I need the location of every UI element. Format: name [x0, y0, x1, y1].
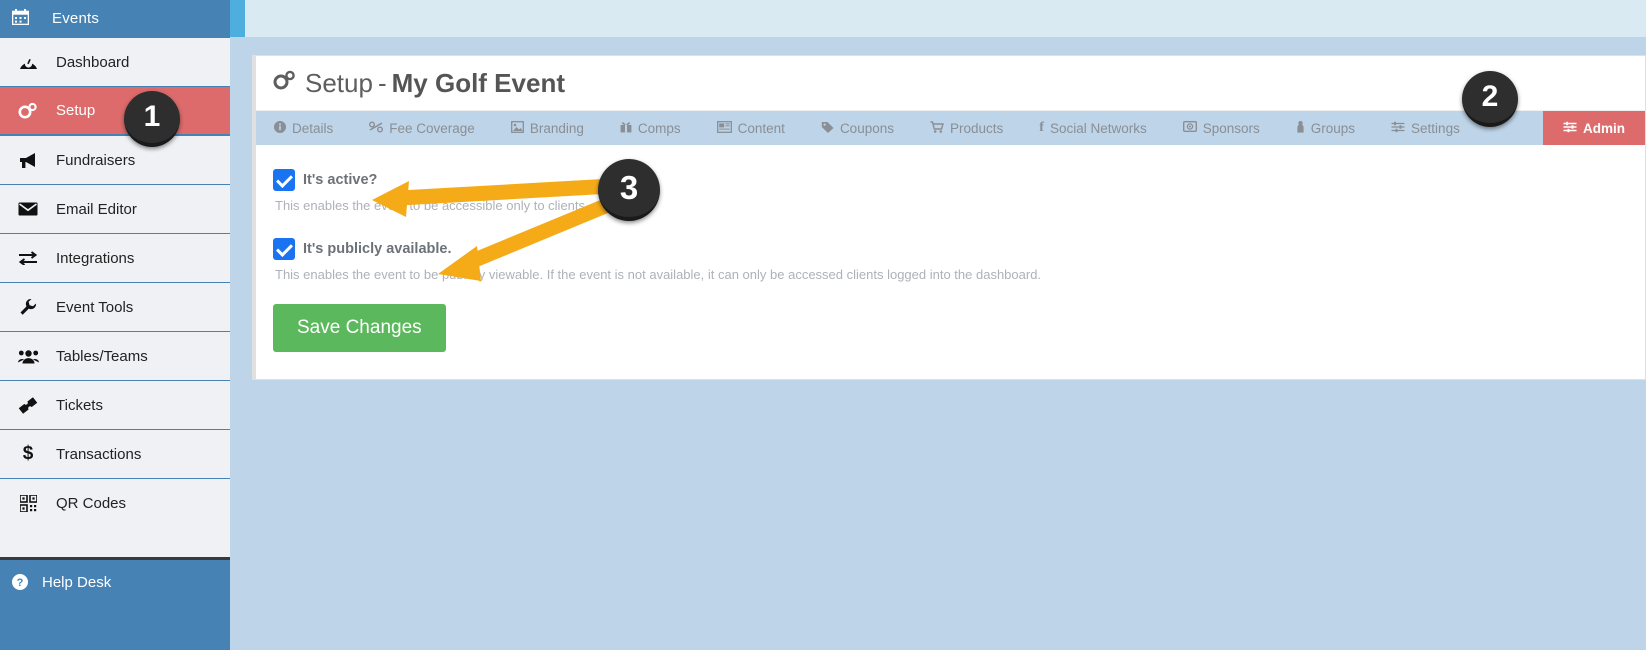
tab-social-networks[interactable]: f Social Networks	[1021, 111, 1164, 145]
sidebar-item-label: Fundraisers	[56, 151, 136, 169]
sidebar-item-tickets[interactable]: Tickets	[0, 380, 230, 429]
id-card-icon	[1182, 120, 1197, 135]
tab-fee-coverage[interactable]: Fee Coverage	[351, 111, 493, 145]
question-circle-icon: ?	[0, 574, 40, 594]
person-icon	[1296, 120, 1305, 136]
sidebar-item-label: Integrations	[56, 249, 135, 267]
page-title-prefix: Setup	[305, 67, 373, 98]
sidebar-item-setup[interactable]: Setup	[0, 86, 230, 135]
page-title-event: My Golf Event	[391, 67, 565, 98]
sidebar-item-tables-teams[interactable]: Tables/Teams	[0, 331, 230, 380]
tab-sponsors[interactable]: Sponsors	[1165, 111, 1278, 145]
tab-label: Coupons	[839, 120, 894, 136]
annotation-badge-1: 1	[124, 91, 180, 147]
tab-label: Fee Coverage	[389, 120, 475, 136]
sidebar-item-label: Setup	[56, 102, 96, 119]
active-checkbox[interactable]	[273, 169, 295, 191]
form-spacer	[273, 213, 1645, 238]
tab-label: Admin	[1583, 120, 1625, 136]
sidebar-item-label: QR Codes	[56, 494, 127, 512]
tab-label: Comps	[637, 120, 681, 136]
tab-label: Details	[292, 120, 334, 136]
active-checkbox-row[interactable]: It's active?	[273, 169, 1645, 191]
tab-branding[interactable]: Branding	[493, 111, 602, 145]
top-strip	[230, 0, 1646, 37]
setup-panel: Setup - My Golf Event Details Fee Covera…	[252, 55, 1646, 380]
admin-form: It's active? This enables the event to b…	[256, 145, 1645, 352]
tab-admin[interactable]: Admin	[1543, 111, 1645, 145]
annotation-badge-2: 2	[1462, 71, 1518, 127]
tab-settings[interactable]: Settings	[1373, 111, 1478, 145]
percent-icon	[369, 121, 384, 136]
sidebar-brand-label: Events	[52, 10, 100, 27]
dashboard-icon	[0, 55, 56, 70]
tab-label: Social Networks	[1049, 120, 1147, 136]
users-icon	[0, 349, 56, 364]
sidebar-item-label: Transactions	[56, 445, 142, 463]
sidebar-item-qr-codes[interactable]: QR Codes	[0, 478, 230, 527]
public-checkbox-row[interactable]: It's publicly available.	[273, 238, 1645, 260]
annotation-badge-3: 3	[598, 159, 660, 221]
tab-details[interactable]: Details	[256, 111, 351, 145]
sidebar-item-label: Help Desk	[42, 574, 112, 591]
gears-icon	[273, 70, 296, 97]
save-changes-button[interactable]: Save Changes	[273, 304, 446, 352]
sidebar-item-label: Email Editor	[56, 200, 137, 218]
tab-label: Sponsors	[1202, 120, 1260, 136]
main-content: Setup - My Golf Event Details Fee Covera…	[230, 0, 1646, 650]
svg-text:?: ?	[17, 577, 24, 589]
app-root: Events Dashboard Setup Fundraisers Email…	[0, 0, 1646, 650]
sidebar-brand: Events	[0, 0, 230, 37]
sidebar-item-label: Tables/Teams	[56, 347, 148, 365]
tab-groups[interactable]: Groups	[1278, 111, 1373, 145]
info-circle-icon	[274, 120, 286, 136]
public-checkbox-label: It's publicly available.	[303, 241, 452, 257]
qrcode-icon	[0, 494, 56, 512]
sidebar-item-integrations[interactable]: Integrations	[0, 233, 230, 282]
gears-icon	[0, 102, 56, 120]
bullhorn-icon	[0, 152, 56, 169]
gift-icon	[620, 121, 632, 136]
sliders-icon	[1391, 121, 1405, 136]
wrench-icon	[0, 298, 56, 316]
sliders-icon	[1563, 121, 1577, 136]
tab-label: Groups	[1310, 120, 1356, 136]
tab-label: Branding	[529, 120, 584, 136]
sidebar-item-help-desk[interactable]: ? Help Desk	[0, 557, 230, 650]
image-icon	[510, 120, 524, 136]
tab-label: Content	[737, 120, 785, 136]
exchange-icon	[0, 251, 56, 265]
sidebar-item-fundraisers[interactable]: Fundraisers	[0, 135, 230, 184]
sidebar-item-label: Tickets	[56, 396, 103, 414]
page-title-dash: -	[377, 67, 387, 98]
sidebar-item-label: Dashboard	[56, 53, 130, 71]
newspaper-icon	[716, 120, 732, 136]
sidebar-item-dashboard[interactable]: Dashboard	[0, 37, 230, 86]
sidebar-item-email-editor[interactable]: Email Editor	[0, 184, 230, 233]
tab-label: Settings	[1411, 120, 1460, 136]
tab-products[interactable]: Products	[912, 111, 1021, 145]
sidebar: Events Dashboard Setup Fundraisers Email…	[0, 0, 230, 650]
tab-comps[interactable]: Comps	[602, 111, 699, 145]
facebook-f-icon: f	[1039, 120, 1044, 135]
sidebar-item-label: Event Tools	[56, 298, 134, 316]
setup-tabbar: Details Fee Coverage Branding Comps Cont…	[256, 111, 1645, 145]
page-title: Setup - My Golf Event	[256, 56, 1645, 111]
calendar-icon	[11, 8, 40, 29]
sidebar-item-transactions[interactable]: $ Transactions	[0, 429, 230, 478]
tab-content[interactable]: Content	[699, 111, 803, 145]
tab-label: Products	[949, 120, 1004, 136]
cart-icon	[930, 120, 944, 136]
public-checkbox[interactable]	[273, 238, 295, 260]
public-help-text: This enables the event to be publicly vi…	[275, 267, 1042, 282]
sidebar-item-event-tools[interactable]: Event Tools	[0, 282, 230, 331]
active-checkbox-label: It's active?	[303, 172, 378, 188]
tag-icon	[821, 121, 834, 136]
browser-tab-marker	[230, 0, 245, 37]
ticket-icon	[0, 396, 56, 414]
tab-coupons[interactable]: Coupons	[803, 111, 912, 145]
active-help-text: This enables the event to be accessible …	[275, 198, 589, 213]
envelope-icon	[0, 202, 56, 216]
dollar-icon: $	[22, 443, 34, 464]
